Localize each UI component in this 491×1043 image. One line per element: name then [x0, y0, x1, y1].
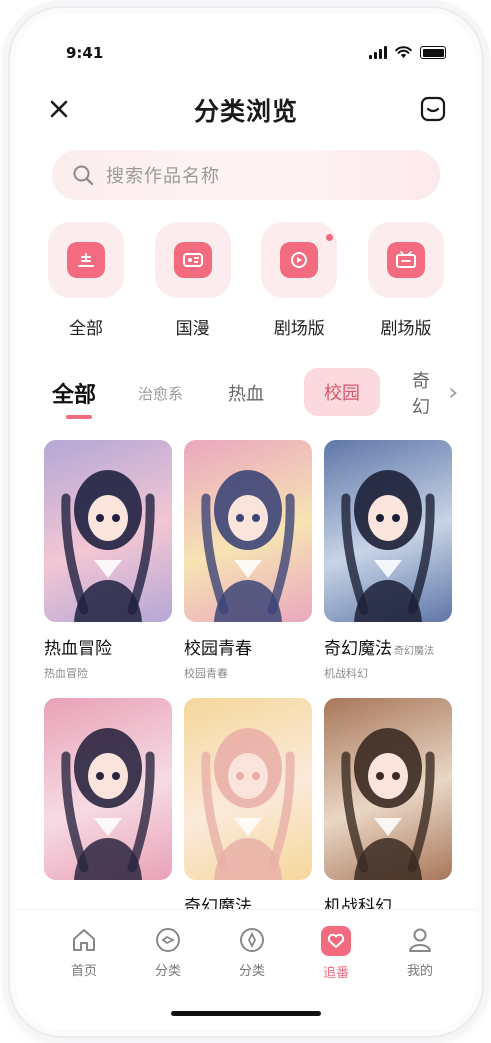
anime-title-text: 热血冒险	[44, 639, 112, 659]
tab-hot-blood[interactable]: 热血	[228, 368, 264, 418]
tab-bar-label: 分类	[154, 964, 181, 979]
anime-genre: 机战科幻	[324, 667, 368, 680]
category-icon	[156, 928, 180, 952]
heart-icon	[321, 926, 351, 956]
category-icon-box	[48, 222, 124, 298]
tab-bar-label: 我的	[406, 964, 433, 979]
category-movie[interactable]: 剧场版	[366, 222, 446, 339]
movie-category-icon	[386, 242, 425, 278]
category-theater[interactable]: 剧场版	[259, 222, 339, 339]
battery-icon	[420, 46, 446, 59]
tab-label: 热血	[228, 384, 264, 405]
header: 分类浏览	[16, 88, 476, 132]
tab-fantasy[interactable]: 奇幻	[412, 368, 458, 418]
home-indicator	[171, 1011, 321, 1016]
chevron-right-icon	[449, 388, 457, 398]
anime-thumbnail	[44, 698, 172, 880]
tab-bar-category[interactable]: 分类	[138, 926, 198, 979]
anime-card[interactable]: 校园青春 校园青春	[184, 440, 312, 681]
page-title: 分类浏览	[193, 97, 298, 126]
anime-card[interactable]	[44, 698, 172, 892]
character-illustration	[61, 470, 155, 622]
anime-title: 校园青春	[184, 634, 312, 659]
comic-category-icon	[173, 242, 212, 278]
tab-label: 治愈系	[138, 384, 184, 403]
category-label: 国漫	[175, 319, 210, 339]
anime-card[interactable]: 机战科幻	[324, 698, 452, 917]
anime-genre: 热血冒险	[44, 667, 88, 680]
character-illustration	[341, 470, 435, 622]
character-illustration	[201, 728, 295, 880]
tab-label: 全部	[52, 383, 97, 408]
anime-title-text: 奇幻魔法	[324, 639, 392, 659]
signal-icon	[369, 46, 387, 59]
message-button[interactable]	[420, 96, 446, 122]
anime-thumbnail	[44, 440, 172, 622]
anime-card[interactable]: 奇幻魔法	[184, 698, 312, 917]
category-row: 全部 国漫 剧场版 剧场版	[46, 222, 446, 339]
anime-title: 奇幻魔法 奇幻魔法	[324, 634, 452, 659]
wifi-icon	[395, 46, 412, 58]
anime-thumbnail	[184, 698, 312, 880]
profile-icon	[409, 928, 431, 952]
category-icon-box	[154, 222, 231, 298]
category-icon-box	[367, 222, 444, 298]
category-comic[interactable]: 国漫	[153, 222, 233, 339]
app-screen: 9:41 分类浏览 搜索作品名称 全部 国漫 剧场版 剧场版 全部 治愈系 热血…	[16, 14, 476, 1030]
anime-thumbnail	[324, 440, 452, 622]
anime-title-text: 校园青春	[184, 639, 252, 659]
anime-card[interactable]: 奇幻魔法 奇幻魔法机战科幻	[324, 440, 452, 681]
tab-bar-label: 首页	[70, 964, 97, 979]
tab-bar-label: 分类	[238, 964, 265, 979]
search-placeholder: 搜索作品名称	[106, 166, 220, 187]
anime-card[interactable]: 热血冒险 热血冒险	[44, 440, 172, 681]
search-icon	[73, 165, 94, 186]
genre-tabs: 全部 治愈系 热血 校园 奇幻	[46, 368, 458, 420]
category-icon-box	[261, 222, 338, 298]
tab-label: 校园	[324, 383, 360, 404]
tab-label: 奇幻	[412, 371, 430, 418]
tab-bar-following[interactable]: 追番	[306, 926, 366, 981]
all-category-icon	[67, 242, 105, 278]
message-icon	[420, 96, 446, 122]
category-label: 全部	[69, 319, 103, 339]
search-input[interactable]: 搜索作品名称	[52, 150, 440, 200]
tab-bar-label: 追番	[322, 966, 349, 981]
status-bar: 9:41	[16, 44, 476, 64]
category-label: 剧场版	[380, 319, 432, 339]
home-icon	[73, 929, 95, 951]
anime-title-suffix: 奇幻魔法	[394, 646, 434, 657]
anime-genre: 校园青春	[184, 667, 228, 680]
anime-thumbnail	[324, 698, 452, 880]
compass-icon	[240, 928, 264, 952]
tab-all[interactable]: 全部	[52, 368, 96, 418]
character-illustration	[61, 728, 155, 880]
tab-campus[interactable]: 校园	[304, 368, 380, 416]
anime-title: 热血冒险	[44, 634, 172, 659]
character-illustration	[341, 728, 435, 880]
character-illustration	[201, 470, 295, 622]
status-time: 9:41	[66, 44, 104, 62]
tab-active-indicator	[66, 415, 92, 419]
phone-frame: 9:41 分类浏览 搜索作品名称 全部 国漫 剧场版 剧场版 全部 治愈系 热血…	[10, 8, 482, 1036]
bottom-tab-bar: 首页 分类 分类 追番 我的	[16, 909, 476, 1030]
tab-bar-discover[interactable]: 分类	[222, 926, 282, 979]
theater-category-icon	[280, 242, 319, 278]
category-label: 剧场版	[273, 319, 325, 339]
category-all[interactable]: 全部	[46, 222, 126, 339]
tab-bar-home[interactable]: 首页	[54, 926, 114, 979]
tab-bar-profile[interactable]: 我的	[390, 926, 450, 979]
tab-healing[interactable]: 治愈系	[138, 368, 183, 418]
notification-dot	[326, 234, 334, 241]
status-icons	[369, 46, 446, 59]
anime-thumbnail	[184, 440, 312, 622]
